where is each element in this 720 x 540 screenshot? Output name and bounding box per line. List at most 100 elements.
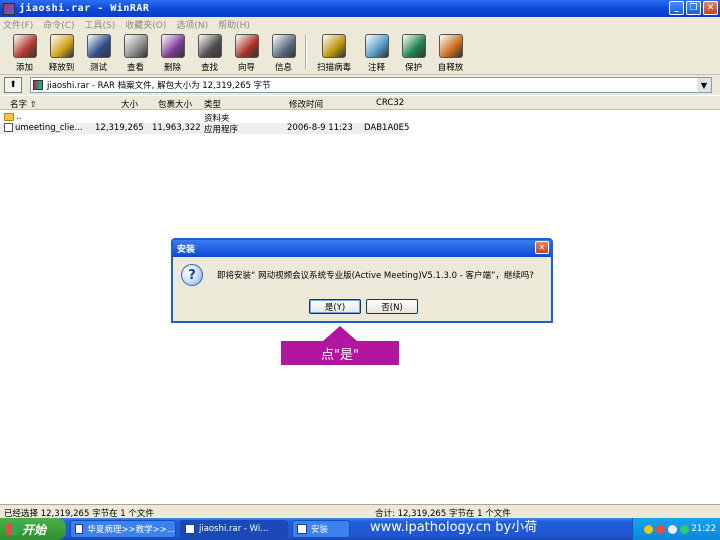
toolbar-button-comment[interactable]: 注释 — [358, 31, 395, 73]
restore-button[interactable]: ❐ — [686, 1, 701, 15]
toolbar-label: 查找 — [200, 63, 218, 73]
sfx-icon — [438, 34, 463, 58]
dialog-message: 即将安装“ 网动视频会议系统专业版(Active Meeting)V5.1.3.… — [217, 271, 534, 281]
annotation-arrow-icon — [323, 326, 357, 341]
sort-up-icon: ⇧ — [29, 100, 37, 110]
task-label: 华夏病理>>教学>>... — [87, 525, 175, 535]
minimize-button[interactable]: _ — [669, 1, 684, 15]
dialog-titlebar: 安装 ✕ — [173, 240, 551, 257]
tray-network-icon[interactable] — [667, 524, 677, 534]
toolbar-label: 自释放 — [437, 63, 464, 73]
toolbar-label: 保护 — [404, 63, 422, 73]
toolbar-button-find[interactable]: 查找 — [191, 31, 228, 73]
winrar-app-icon — [3, 2, 15, 15]
windows-logo-icon — [6, 523, 18, 535]
col-size-header[interactable]: 大小 — [121, 98, 138, 110]
menu-options[interactable]: 选项(N) — [176, 18, 208, 31]
delete-icon — [160, 34, 185, 58]
no-button[interactable]: 否(N) — [366, 299, 418, 314]
toolbar-button-protect[interactable]: 保护 — [395, 31, 432, 73]
toolbar: 添加 释放到 测试 查看 删除 查找 向导 信息 扫描病毒 注释 保护 自释放 — [0, 31, 720, 75]
menu-tools[interactable]: 工具(S) — [85, 18, 116, 31]
protect-icon — [401, 34, 426, 58]
find-icon — [197, 34, 222, 58]
wizard-icon — [234, 34, 259, 58]
start-button[interactable]: 开始 — [0, 518, 66, 540]
dialog-close-button[interactable]: ✕ — [535, 241, 549, 254]
installer-icon — [297, 524, 307, 534]
status-bar: 已经选择 12,319,265 字节在 1 个文件 合计: 12,319,265… — [0, 504, 720, 519]
taskbar-item-winrar[interactable]: jiaoshi.rar - Wi... — [180, 520, 288, 538]
toolbar-button-sfx[interactable]: 自释放 — [432, 31, 469, 73]
file-list-header: 名字 ⇧ 大小 包裹大小 类型 修改时间 CRC32 — [0, 96, 720, 110]
up-folder-button[interactable]: ⬆ — [4, 77, 22, 93]
archive-icon — [33, 80, 43, 90]
toolbar-button-info[interactable]: 信息 — [265, 31, 302, 73]
task-label: jiaoshi.rar - Wi... — [199, 524, 269, 534]
menu-bar: 文件(F) 命令(C) 工具(S) 收藏夹(O) 选项(N) 帮助(H) — [0, 17, 720, 31]
winrar-icon — [185, 524, 195, 534]
window-titlebar: jiaoshi.rar - WinRAR _ ❐ ✕ — [0, 0, 720, 17]
taskbar-item-install[interactable]: 安装 — [292, 520, 350, 538]
file-name: umeeting_clie... — [15, 123, 83, 133]
dialog-title: 安装 — [177, 245, 196, 255]
col-name-header[interactable]: 名字 ⇧ — [10, 98, 37, 110]
address-text: jiaoshi.rar - RAR 档案文件, 解包大小为 12,319,265… — [47, 81, 271, 91]
col-modified-header[interactable]: 修改时间 — [289, 98, 323, 110]
toolbar-label: 注释 — [367, 63, 385, 73]
file-crc: DAB1A0E5 — [364, 123, 410, 133]
toolbar-button-view[interactable]: 查看 — [117, 31, 154, 73]
file-type: 应用程序 — [204, 125, 239, 135]
menu-help[interactable]: 帮助(H) — [218, 18, 250, 31]
col-type-header[interactable]: 类型 — [204, 98, 221, 110]
view-icon — [123, 34, 148, 58]
toolbar-label: 测试 — [89, 63, 107, 73]
clock[interactable]: 21:22 — [692, 524, 717, 534]
window-title: jiaoshi.rar - WinRAR — [19, 3, 150, 14]
virus-scan-icon — [322, 34, 346, 58]
up-arrow-icon: ⬆ — [9, 80, 17, 90]
start-label: 开始 — [22, 522, 47, 537]
address-field[interactable]: jiaoshi.rar - RAR 档案文件, 解包大小为 12,319,265… — [30, 77, 712, 93]
menu-commands[interactable]: 命令(C) — [43, 18, 74, 31]
toolbar-label: 信息 — [274, 63, 292, 73]
folder-icon — [4, 112, 14, 121]
file-size: 12,319,265 — [95, 123, 144, 133]
system-tray: 21:22 — [632, 518, 720, 540]
annotation-callout: 点"是" — [281, 341, 399, 365]
add-icon — [12, 34, 37, 58]
file-row-umeeting[interactable]: umeeting_clie... 12,319,265 11,963,322 应… — [0, 123, 409, 135]
browser-icon — [75, 524, 84, 534]
toolbar-button-wizard[interactable]: 向导 — [228, 31, 265, 73]
toolbar-label: 查看 — [126, 63, 144, 73]
toolbar-button-add[interactable]: 添加 — [6, 31, 43, 73]
toolbar-button-delete[interactable]: 删除 — [154, 31, 191, 73]
tray-shield-icon[interactable] — [643, 524, 653, 534]
toolbar-button-virus-scan[interactable]: 扫描病毒 — [310, 31, 358, 73]
close-button[interactable]: ✕ — [703, 1, 718, 15]
file-row-parent[interactable]: .. 资料夹 — [0, 112, 404, 124]
install-dialog: 安装 ✕ ? 即将安装“ 网动视频会议系统专业版(Active Meeting)… — [171, 238, 553, 323]
extract-to-icon — [49, 34, 74, 58]
menu-file[interactable]: 文件(F) — [3, 18, 33, 31]
question-icon: ? — [181, 264, 203, 286]
taskbar-item-browser[interactable]: 华夏病理>>教学>>... — [70, 520, 176, 538]
file-packed-size: 11,963,322 — [152, 123, 201, 133]
info-icon — [271, 34, 296, 58]
toolbar-button-extract-to[interactable]: 释放到 — [43, 31, 80, 73]
tray-volume-icon[interactable] — [679, 524, 689, 534]
toolbar-button-test[interactable]: 测试 — [80, 31, 117, 73]
toolbar-separator — [305, 35, 307, 69]
col-packed-header[interactable]: 包裹大小 — [158, 98, 192, 110]
yes-button[interactable]: 是(Y) — [309, 299, 361, 314]
toolbar-label: 删除 — [163, 63, 181, 73]
tray-security-icon[interactable] — [655, 524, 665, 534]
toolbar-label: 向导 — [237, 63, 255, 73]
col-crc-header[interactable]: CRC32 — [376, 98, 404, 108]
test-icon — [86, 34, 111, 58]
task-label: 安装 — [311, 525, 329, 535]
address-bar: ⬆ jiaoshi.rar - RAR 档案文件, 解包大小为 12,319,2… — [0, 75, 720, 95]
menu-favorites[interactable]: 收藏夹(O) — [125, 18, 166, 31]
comment-icon — [364, 34, 389, 58]
chevron-down-icon[interactable]: ▼ — [697, 78, 711, 92]
